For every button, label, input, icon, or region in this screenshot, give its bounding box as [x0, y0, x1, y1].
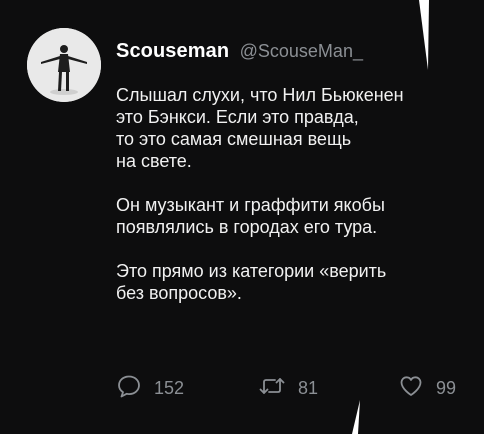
reply-count: 152	[154, 378, 185, 398]
bottom-slash-mark	[352, 400, 360, 434]
retweet-arrows-icon	[258, 373, 286, 404]
tweet-paragraph: Это прямо из категории «верить без вопро…	[116, 260, 446, 304]
tweet-line: это Бэнкси. Если это правда,	[116, 107, 359, 127]
speech-bubble-icon	[116, 373, 142, 404]
tweet-line: Слышал слухи, что Нил Бьюкенен	[116, 85, 404, 105]
user-handle[interactable]: @ScouseMan_	[240, 41, 363, 61]
tweet-actions: 152 81 99	[0, 373, 484, 399]
avatar-silhouette-icon	[27, 28, 101, 102]
reply-button[interactable]: 152	[116, 373, 184, 404]
retweet-count: 81	[298, 378, 319, 398]
tweet-line: Он музыкант и граффити якобы	[116, 195, 385, 215]
display-name[interactable]: Scouseman	[116, 40, 229, 62]
tweet-line: появлялись в городах его тура.	[116, 217, 378, 237]
tweet-text: Слышал слухи, что Нил Бьюкенен это Бэнкс…	[116, 84, 446, 326]
like-button[interactable]: 99	[398, 373, 456, 404]
tweet-line: на свете.	[116, 151, 192, 171]
heart-icon	[398, 373, 424, 404]
tweet-paragraph: Он музыкант и граффити якобы появлялись …	[116, 194, 446, 238]
tweet-line: без вопросов».	[116, 283, 242, 303]
like-count: 99	[436, 378, 457, 398]
tweet-line: Это прямо из категории «верить	[116, 261, 387, 281]
retweet-button[interactable]: 81	[258, 373, 318, 404]
top-slash-mark	[419, 0, 429, 70]
tweet-paragraph: Слышал слухи, что Нил Бьюкенен это Бэнкс…	[116, 84, 446, 172]
tweet-line: то это самая смешная вещь	[116, 129, 352, 149]
profile-avatar[interactable]	[27, 28, 101, 102]
tweet-header: Scouseman @ScouseMan_	[116, 40, 363, 63]
